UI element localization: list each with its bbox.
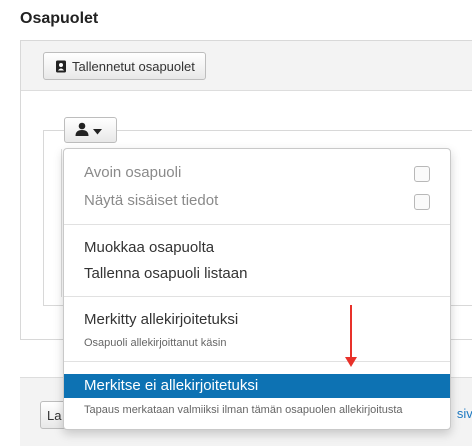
menu-item-show-internal[interactable]: Näytä sisäiset tiedot <box>64 192 450 209</box>
menu-item-save-party-list[interactable]: Tallenna osapuoli listaan <box>64 265 450 282</box>
user-icon <box>75 122 89 139</box>
saved-parties-label: Tallennetut osapuolet <box>72 58 195 74</box>
menu-item-label: Avoin osapuoli <box>84 164 182 181</box>
menu-item-description: Osapuoli allekirjoittanut käsin <box>84 337 227 349</box>
caret-down-icon <box>93 123 102 138</box>
menu-item-label: Merkitse ei allekirjoitetuksi <box>84 377 259 394</box>
menu-item-description: Tapaus merkataan valmiiksi ilman tämän o… <box>84 404 403 416</box>
menu-item-edit-party[interactable]: Muokkaa osapuolta <box>64 239 450 256</box>
menu-divider <box>64 224 450 225</box>
show-internal-checkbox[interactable] <box>414 194 430 210</box>
section-title: Osapuolet <box>20 10 99 27</box>
party-menu-button[interactable] <box>64 117 117 143</box>
saved-parties-button[interactable]: Tallennetut osapuolet <box>43 52 206 80</box>
menu-item-label: Tallenna osapuoli listaan <box>84 265 248 282</box>
menu-item-open-party[interactable]: Avoin osapuoli <box>64 164 450 181</box>
party-dropdown-menu: Avoin osapuoli Näytä sisäiset tiedot Muo… <box>63 148 451 430</box>
contact-book-icon <box>55 60 67 73</box>
menu-item-mark-unsigned[interactable]: Merkitse ei allekirjoitetuksi <box>64 374 450 398</box>
menu-item-label: Merkitty allekirjoitetuksi <box>84 311 239 328</box>
panel-header: Tallennetut osapuolet <box>21 41 472 91</box>
red-arrow-annotation <box>345 305 357 367</box>
menu-divider <box>64 361 450 362</box>
menu-item-label: Näytä sisäiset tiedot <box>84 192 219 209</box>
menu-item-label: Muokkaa osapuolta <box>84 239 215 256</box>
menu-item-marked-signed[interactable]: Merkitty allekirjoitetuksi <box>64 311 450 328</box>
menu-divider <box>64 296 450 297</box>
open-party-checkbox[interactable] <box>414 166 430 182</box>
footer-link[interactable]: sivu <box>457 406 472 421</box>
